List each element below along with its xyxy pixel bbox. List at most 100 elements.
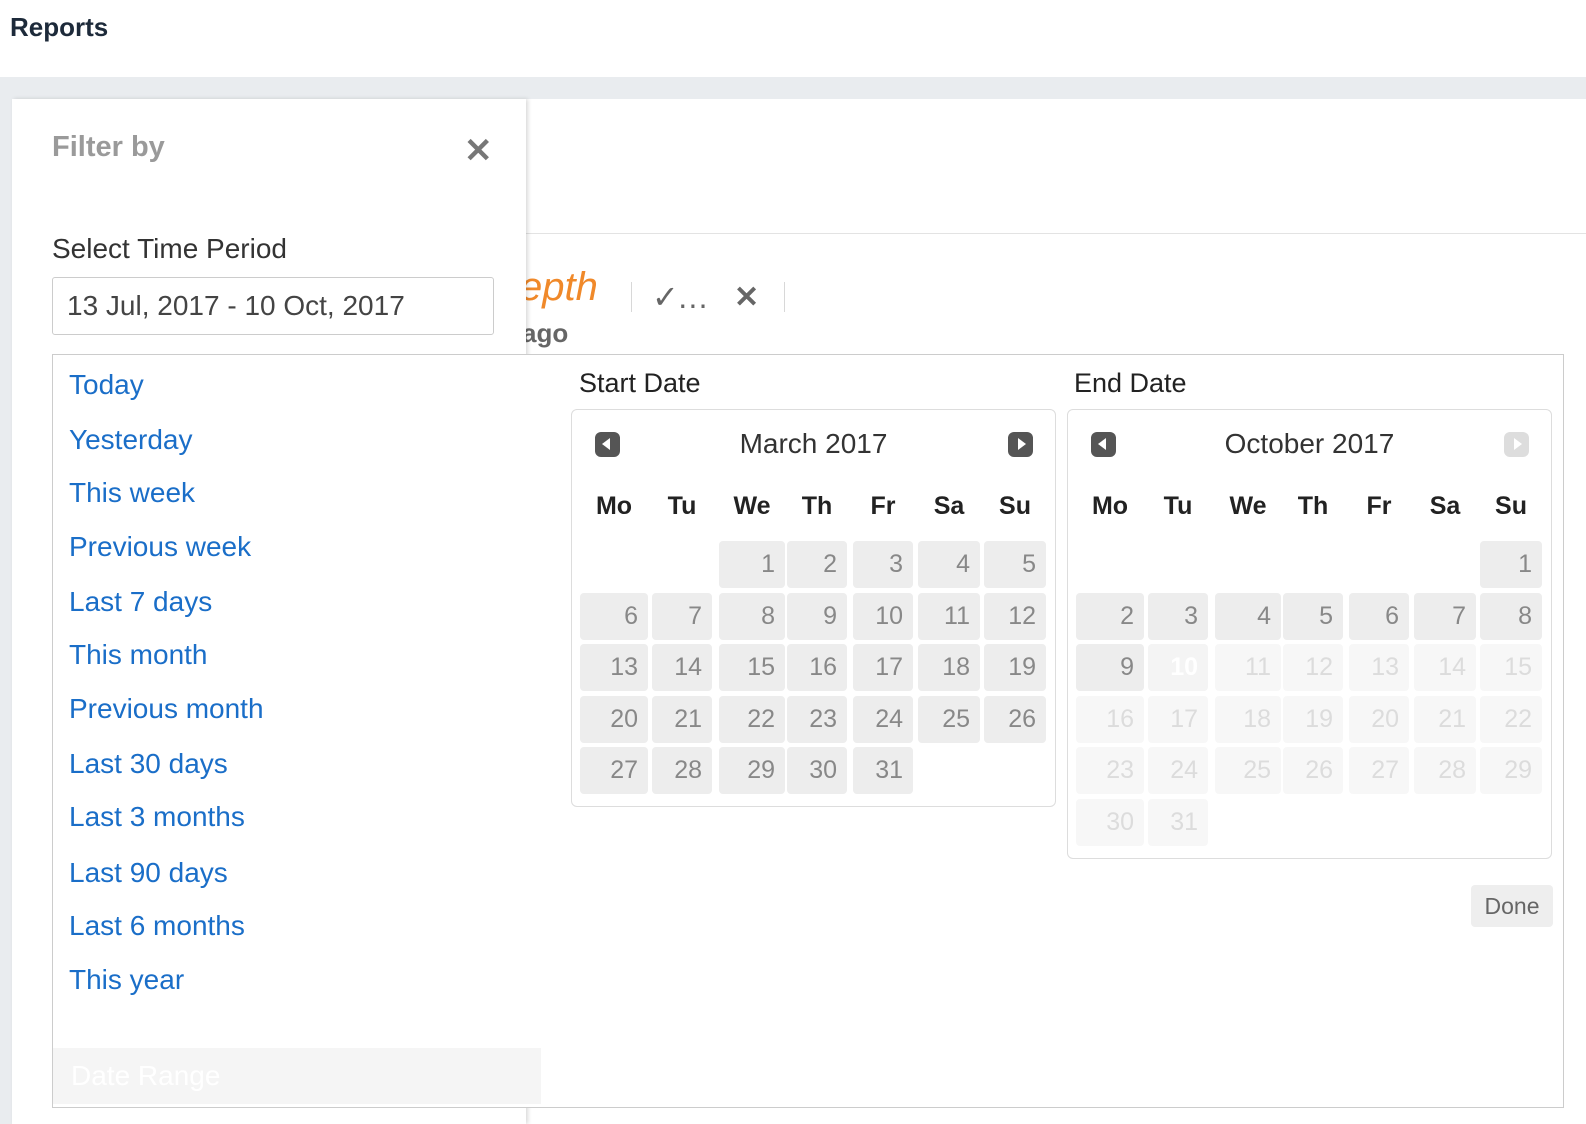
calendar-day[interactable]: 1 bbox=[719, 541, 785, 588]
calendar-day[interactable]: 4 bbox=[918, 541, 980, 588]
date-range-picker: Today Yesterday This week Previous week … bbox=[52, 354, 1564, 1108]
calendar-day[interactable]: 6 bbox=[1349, 592, 1409, 640]
weekday-header: Sa bbox=[933, 492, 965, 520]
calendar-day[interactable]: 17 bbox=[853, 644, 913, 691]
calendar-day: 26 bbox=[1283, 747, 1343, 794]
range-today[interactable]: Today bbox=[69, 369, 144, 401]
calendar-day: 16 bbox=[1076, 695, 1144, 743]
separator bbox=[784, 282, 785, 312]
calendar-day: 18 bbox=[1215, 695, 1281, 743]
weekday-header: Sa bbox=[1429, 492, 1461, 520]
calendar-day-today: 10 bbox=[1148, 644, 1208, 691]
calendar-day[interactable]: 24 bbox=[853, 695, 913, 743]
calendar-day: 29 bbox=[1480, 747, 1542, 794]
report-title-fragment: epth bbox=[520, 265, 598, 309]
calendar-day[interactable]: 1 bbox=[1480, 541, 1542, 588]
next-month-icon bbox=[1504, 432, 1529, 457]
calendar-day[interactable]: 9 bbox=[1076, 644, 1144, 691]
range-custom-date-range[interactable]: Date Range bbox=[53, 1048, 541, 1104]
calendar-day[interactable]: 31 bbox=[853, 747, 913, 794]
end-calendar: October 2017 Mo Tu We Th Fr Sa Su 1 2 3 4 5 6 7 8 9 10 11… bbox=[1067, 409, 1552, 859]
start-date-label: Start Date bbox=[579, 368, 701, 398]
calendar-day: 31 bbox=[1148, 798, 1208, 846]
calendar-day: 20 bbox=[1349, 695, 1409, 743]
calendar-day[interactable]: 7 bbox=[1414, 592, 1476, 640]
calendar-day: 14 bbox=[1414, 644, 1476, 691]
calendar-day[interactable]: 19 bbox=[984, 644, 1046, 691]
range-last-7-days[interactable]: Last 7 days bbox=[69, 586, 212, 618]
calendar-day[interactable]: 29 bbox=[719, 747, 785, 794]
calendar-day[interactable]: 26 bbox=[984, 695, 1046, 743]
weekday-header: Fr bbox=[870, 492, 896, 520]
range-this-week[interactable]: This week bbox=[69, 477, 195, 509]
separator bbox=[631, 282, 632, 312]
card-edge bbox=[1563, 354, 1586, 1124]
calendar-day: 24 bbox=[1148, 747, 1208, 794]
calendar-day[interactable]: 15 bbox=[719, 644, 785, 691]
calendar-day[interactable]: 5 bbox=[984, 541, 1046, 588]
calendar-day[interactable]: 21 bbox=[652, 695, 712, 743]
calendar-day[interactable]: 3 bbox=[1148, 592, 1208, 640]
calendar-day[interactable]: 2 bbox=[787, 541, 847, 588]
range-last-3-months[interactable]: Last 3 months bbox=[69, 801, 245, 833]
calendar-day: 23 bbox=[1076, 747, 1144, 794]
weekday-header: Fr bbox=[1366, 492, 1392, 520]
close-icon[interactable]: ✕ bbox=[734, 280, 759, 315]
calendar-day[interactable]: 16 bbox=[787, 644, 847, 691]
calendar-month-title: March 2017 bbox=[739, 428, 888, 459]
calendar-day: 28 bbox=[1414, 747, 1476, 794]
range-previous-week[interactable]: Previous week bbox=[69, 531, 251, 563]
range-last-30-days[interactable]: Last 30 days bbox=[69, 748, 228, 780]
weekday-header: Su bbox=[1495, 492, 1527, 520]
next-month-icon[interactable] bbox=[1008, 432, 1033, 457]
calendar-day[interactable]: 18 bbox=[918, 644, 980, 691]
calendar-day[interactable]: 7 bbox=[652, 592, 712, 640]
range-last-6-months[interactable]: Last 6 months bbox=[69, 910, 245, 942]
calendar-day: 21 bbox=[1414, 695, 1476, 743]
calendar-day[interactable]: 5 bbox=[1283, 592, 1343, 640]
calendar-day[interactable]: 8 bbox=[719, 592, 785, 640]
calendar-day[interactable]: 4 bbox=[1215, 592, 1281, 640]
weekday-header: Su bbox=[999, 492, 1031, 520]
range-list: Today Yesterday This week Previous week … bbox=[53, 355, 541, 1107]
range-this-month[interactable]: This month bbox=[69, 639, 208, 671]
calendar-day[interactable]: 30 bbox=[787, 747, 847, 794]
calendar-day[interactable]: 3 bbox=[853, 541, 913, 588]
calendar-day[interactable]: 9 bbox=[787, 592, 847, 640]
calendar-day[interactable]: 14 bbox=[652, 644, 712, 691]
calendar-day[interactable]: 25 bbox=[918, 695, 980, 743]
calendar-day: 17 bbox=[1148, 695, 1208, 743]
weekday-header: Tu bbox=[667, 492, 697, 520]
weekday-header: Mo bbox=[595, 492, 633, 520]
start-calendar: March 2017 Mo Tu We Th Fr Sa Su 1 2 3 4 5 6 7 8 9 10 11 12… bbox=[571, 409, 1056, 807]
calendar-day[interactable]: 23 bbox=[787, 695, 847, 743]
divider bbox=[526, 233, 1586, 234]
close-filter-icon[interactable]: ✕ bbox=[464, 131, 493, 171]
range-previous-month[interactable]: Previous month bbox=[69, 693, 264, 725]
calendar-day[interactable]: 11 bbox=[918, 592, 980, 640]
calendar-day[interactable]: 13 bbox=[580, 644, 648, 691]
range-last-90-days[interactable]: Last 90 days bbox=[69, 857, 228, 889]
calendar-day[interactable]: 6 bbox=[580, 592, 648, 640]
calendar-day[interactable]: 10 bbox=[853, 592, 913, 640]
range-yesterday[interactable]: Yesterday bbox=[69, 424, 193, 456]
weekday-header: Mo bbox=[1091, 492, 1129, 520]
calendar-day[interactable]: 12 bbox=[984, 592, 1046, 640]
calendar-day: 15 bbox=[1480, 644, 1542, 691]
calendar-day[interactable]: 2 bbox=[1076, 592, 1144, 640]
calendar-day[interactable]: 28 bbox=[652, 747, 712, 794]
calendar-day[interactable]: 20 bbox=[580, 695, 648, 743]
calendar-day[interactable]: 8 bbox=[1480, 592, 1542, 640]
done-button[interactable]: Done bbox=[1471, 885, 1553, 927]
calendar-day: 19 bbox=[1283, 695, 1343, 743]
calendar-day[interactable]: 22 bbox=[719, 695, 785, 743]
calendar-day: 30 bbox=[1076, 798, 1144, 846]
report-subtitle-fragment: ago bbox=[522, 318, 569, 348]
time-period-input[interactable] bbox=[52, 277, 494, 335]
check-more-icon[interactable]: ✓… bbox=[652, 278, 709, 316]
range-this-year[interactable]: This year bbox=[69, 964, 184, 996]
calendar-day: 13 bbox=[1349, 644, 1409, 691]
calendar-day[interactable]: 27 bbox=[580, 747, 648, 794]
time-period-label: Select Time Period bbox=[52, 233, 287, 264]
weekday-header: We bbox=[1229, 492, 1267, 520]
